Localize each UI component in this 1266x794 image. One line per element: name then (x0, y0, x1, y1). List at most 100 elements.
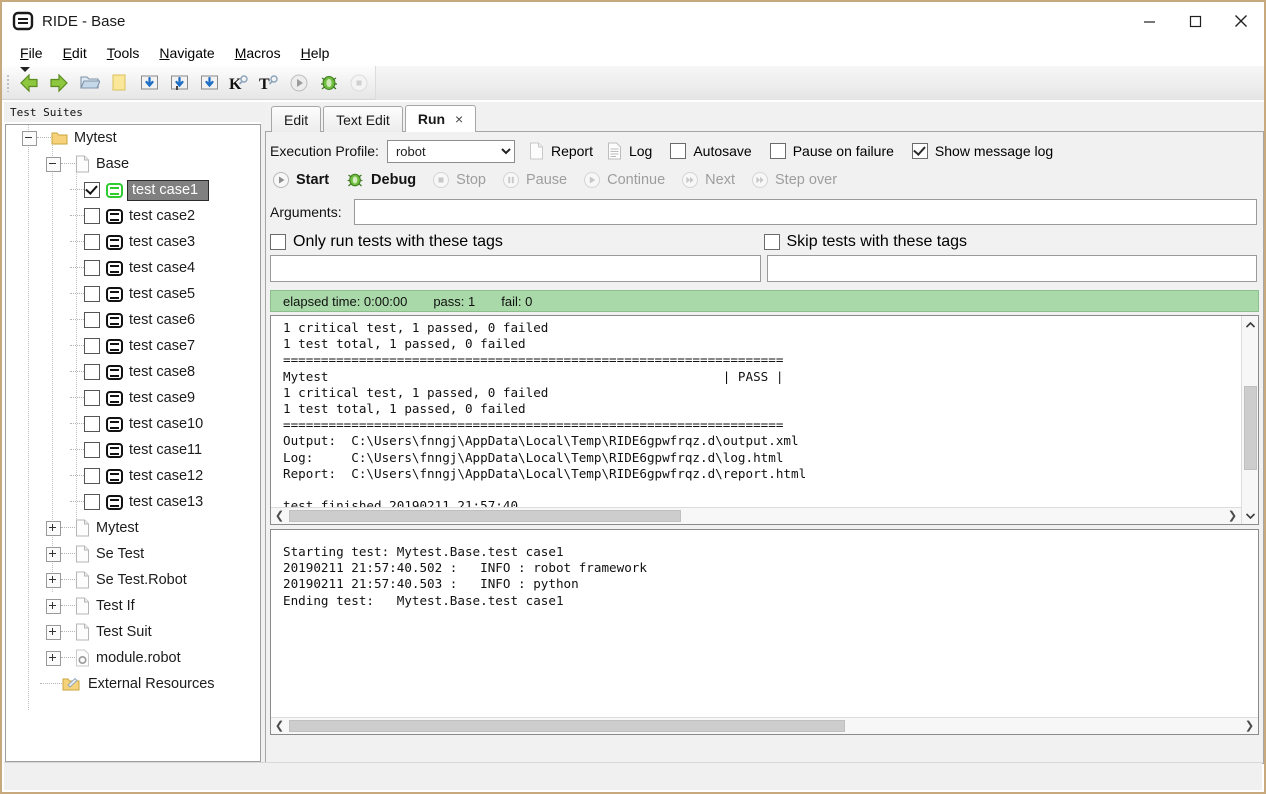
scroll-down-icon[interactable] (1242, 507, 1259, 524)
tree-item-test-case13[interactable]: test case13 (6, 489, 260, 515)
tree-item-test-case6[interactable]: test case6 (6, 307, 260, 333)
start-button[interactable]: Start (272, 171, 329, 189)
tree-expander-expand-icon[interactable] (46, 625, 61, 640)
console-vertical-scrollbar[interactable] (1241, 316, 1258, 524)
message-log-panel[interactable]: Starting test: Mytest.Base.test case1 20… (270, 529, 1259, 735)
continue-button[interactable]: Continue (583, 171, 665, 189)
scrollbar-thumb[interactable] (289, 510, 681, 522)
scroll-left-icon[interactable]: ❮ (271, 718, 288, 735)
tree-item-se-test[interactable]: Se Test (6, 541, 260, 567)
scrollbar-thumb[interactable] (1244, 386, 1257, 470)
tree-expander-expand-icon[interactable] (46, 521, 61, 536)
menu-help[interactable]: Help (291, 43, 340, 63)
back-arrow-icon[interactable] (14, 68, 44, 98)
test-case-checkbox[interactable] (84, 416, 100, 432)
scroll-right-icon[interactable]: ❯ (1241, 718, 1258, 735)
tree-item-test-case2[interactable]: test case2 (6, 203, 260, 229)
tree-item-test-case10[interactable]: test case10 (6, 411, 260, 437)
menu-edit[interactable]: Edit (53, 43, 97, 63)
tree-expander-collapse-icon[interactable] (46, 157, 61, 172)
menu-macros[interactable]: Macros (225, 43, 291, 63)
scrollbar-thumb[interactable] (289, 720, 845, 732)
tree-expander-expand-icon[interactable] (46, 599, 61, 614)
tree-item-test-case9[interactable]: test case9 (6, 385, 260, 411)
message-log-horizontal-scrollbar[interactable]: ❮ ❯ (271, 717, 1258, 734)
tree-item-test-suit[interactable]: Test Suit (6, 619, 260, 645)
stop-icon[interactable] (344, 68, 374, 98)
test-case-checkbox[interactable] (84, 312, 100, 328)
pause-button[interactable]: Pause (502, 171, 567, 189)
tree-item-test-case12[interactable]: test case12 (6, 463, 260, 489)
next-button[interactable]: Next (681, 171, 735, 189)
save-icon[interactable] (134, 68, 164, 98)
test-case-checkbox[interactable] (84, 182, 100, 198)
tree-item-test-case3[interactable]: test case3 (6, 229, 260, 255)
tree-expander-collapse-icon[interactable] (22, 131, 37, 146)
step-over-button[interactable]: Step over (751, 171, 837, 189)
show-message-log-checkbox[interactable]: Show message log (912, 143, 1053, 159)
scroll-up-icon[interactable] (1242, 316, 1259, 333)
scroll-right-icon[interactable]: ❯ (1224, 508, 1241, 525)
test-case-checkbox[interactable] (84, 494, 100, 510)
console-horizontal-scrollbar[interactable]: ❮ ❯ (271, 507, 1241, 524)
scroll-left-icon[interactable]: ❮ (271, 508, 288, 525)
tree-item-module-robot[interactable]: module.robot (6, 645, 260, 671)
close-button[interactable] (1218, 2, 1264, 40)
test-case-checkbox[interactable] (84, 208, 100, 224)
tree-item-test-case1[interactable]: test case1 (6, 177, 260, 203)
maximize-button[interactable] (1172, 2, 1218, 40)
menu-navigate[interactable]: Navigate (149, 43, 224, 63)
tree-item-test-if[interactable]: Test If (6, 593, 260, 619)
tab-text-edit[interactable]: Text Edit (323, 106, 403, 132)
search-keyword-icon[interactable]: K (224, 68, 254, 98)
forward-arrow-icon[interactable] (44, 68, 74, 98)
save-as-icon[interactable] (164, 68, 194, 98)
tree-item-test-case4[interactable]: test case4 (6, 255, 260, 281)
tree-item-test-case5[interactable]: test case5 (6, 281, 260, 307)
test-case-checkbox[interactable] (84, 286, 100, 302)
report-button[interactable]: Report (529, 142, 593, 160)
test-case-checkbox[interactable] (84, 468, 100, 484)
minimize-button[interactable] (1126, 2, 1172, 40)
debug-bug-icon[interactable] (314, 68, 344, 98)
tree-item-se-test-robot[interactable]: Se Test.Robot (6, 567, 260, 593)
test-case-checkbox[interactable] (84, 260, 100, 276)
log-button[interactable]: Log (607, 142, 652, 160)
test-case-checkbox[interactable] (84, 442, 100, 458)
test-case-checkbox[interactable] (84, 234, 100, 250)
test-suites-tree[interactable]: Mytest Base test case1 (5, 124, 261, 762)
tab-close-icon[interactable]: × (455, 111, 463, 127)
skip-tags-checkbox[interactable]: Skip tests with these tags (764, 233, 1258, 251)
toolbar-gripper[interactable] (4, 71, 14, 95)
skip-tags-input[interactable] (767, 255, 1258, 282)
pause-on-failure-checkbox[interactable]: Pause on failure (770, 143, 894, 159)
tree-item-base[interactable]: Base (6, 151, 260, 177)
open-folder-icon[interactable] (74, 68, 104, 98)
debug-button[interactable]: Debug (345, 171, 416, 189)
test-case-checkbox[interactable] (84, 364, 100, 380)
menu-tools[interactable]: Tools (97, 43, 150, 63)
tab-edit[interactable]: Edit (271, 106, 321, 132)
stop-button[interactable]: Stop (432, 171, 486, 189)
tree-expander-expand-icon[interactable] (46, 651, 61, 666)
tree-item-mytest-root[interactable]: Mytest (6, 125, 260, 151)
only-run-tags-checkbox[interactable]: Only run tests with these tags (270, 233, 764, 251)
arguments-input[interactable] (354, 199, 1257, 225)
new-file-icon[interactable] (104, 68, 134, 98)
run-icon[interactable] (284, 68, 314, 98)
search-tests-icon[interactable]: T (254, 68, 284, 98)
autosave-checkbox[interactable]: Autosave (670, 143, 751, 159)
tree-item-test-case11[interactable]: test case11 (6, 437, 260, 463)
tree-expander-expand-icon[interactable] (46, 547, 61, 562)
save-all-icon[interactable] (194, 68, 224, 98)
tab-run[interactable]: Run × (405, 105, 476, 132)
menu-file[interactable]: File (10, 43, 53, 63)
test-case-checkbox[interactable] (84, 338, 100, 354)
test-case-checkbox[interactable] (84, 390, 100, 406)
tree-item-mytest-2[interactable]: Mytest (6, 515, 260, 541)
toolbar-overflow-icon[interactable] (20, 67, 30, 72)
only-run-tags-input[interactable] (270, 255, 761, 282)
tree-item-test-case7[interactable]: test case7 (6, 333, 260, 359)
console-output-panel[interactable]: 1 critical test, 1 passed, 0 failed 1 te… (270, 315, 1259, 525)
tree-expander-expand-icon[interactable] (46, 573, 61, 588)
